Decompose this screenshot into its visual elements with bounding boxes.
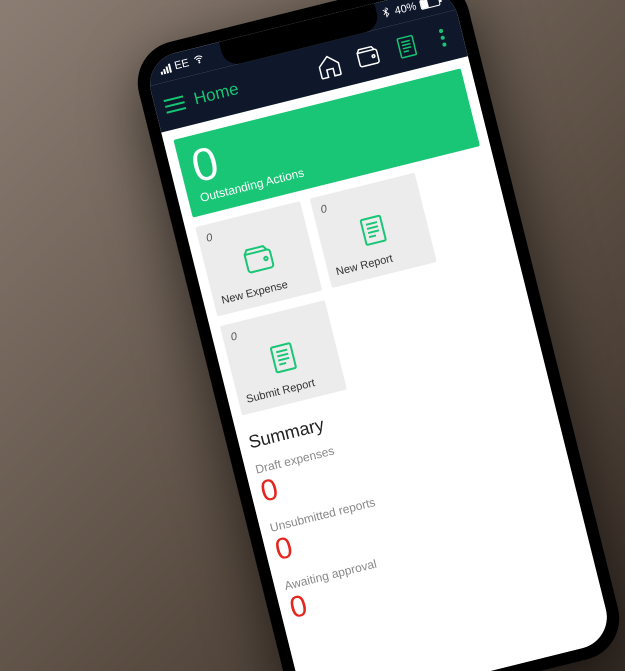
wallet-button[interactable] xyxy=(347,35,388,76)
carrier-label: EE xyxy=(173,57,190,72)
battery-icon xyxy=(418,0,440,10)
content-area: 0 Outstanding Actions 0 New Expense 0 Ne xyxy=(161,56,613,671)
report-icon xyxy=(391,30,423,62)
battery-pct: 40% xyxy=(393,0,417,17)
menu-button[interactable] xyxy=(157,87,191,121)
home-icon xyxy=(313,50,345,82)
home-button[interactable] xyxy=(308,45,349,86)
submit-report-tile[interactable]: 0 Submit Report xyxy=(219,300,346,415)
new-expense-tile[interactable]: 0 New Expense xyxy=(195,201,322,316)
signal-icon xyxy=(159,63,172,74)
bluetooth-icon xyxy=(379,6,392,21)
report-button[interactable] xyxy=(386,26,427,67)
wallet-icon xyxy=(352,40,384,72)
more-button[interactable] xyxy=(425,17,460,57)
new-report-tile[interactable]: 0 New Report xyxy=(309,172,436,287)
wifi-icon xyxy=(191,51,206,68)
